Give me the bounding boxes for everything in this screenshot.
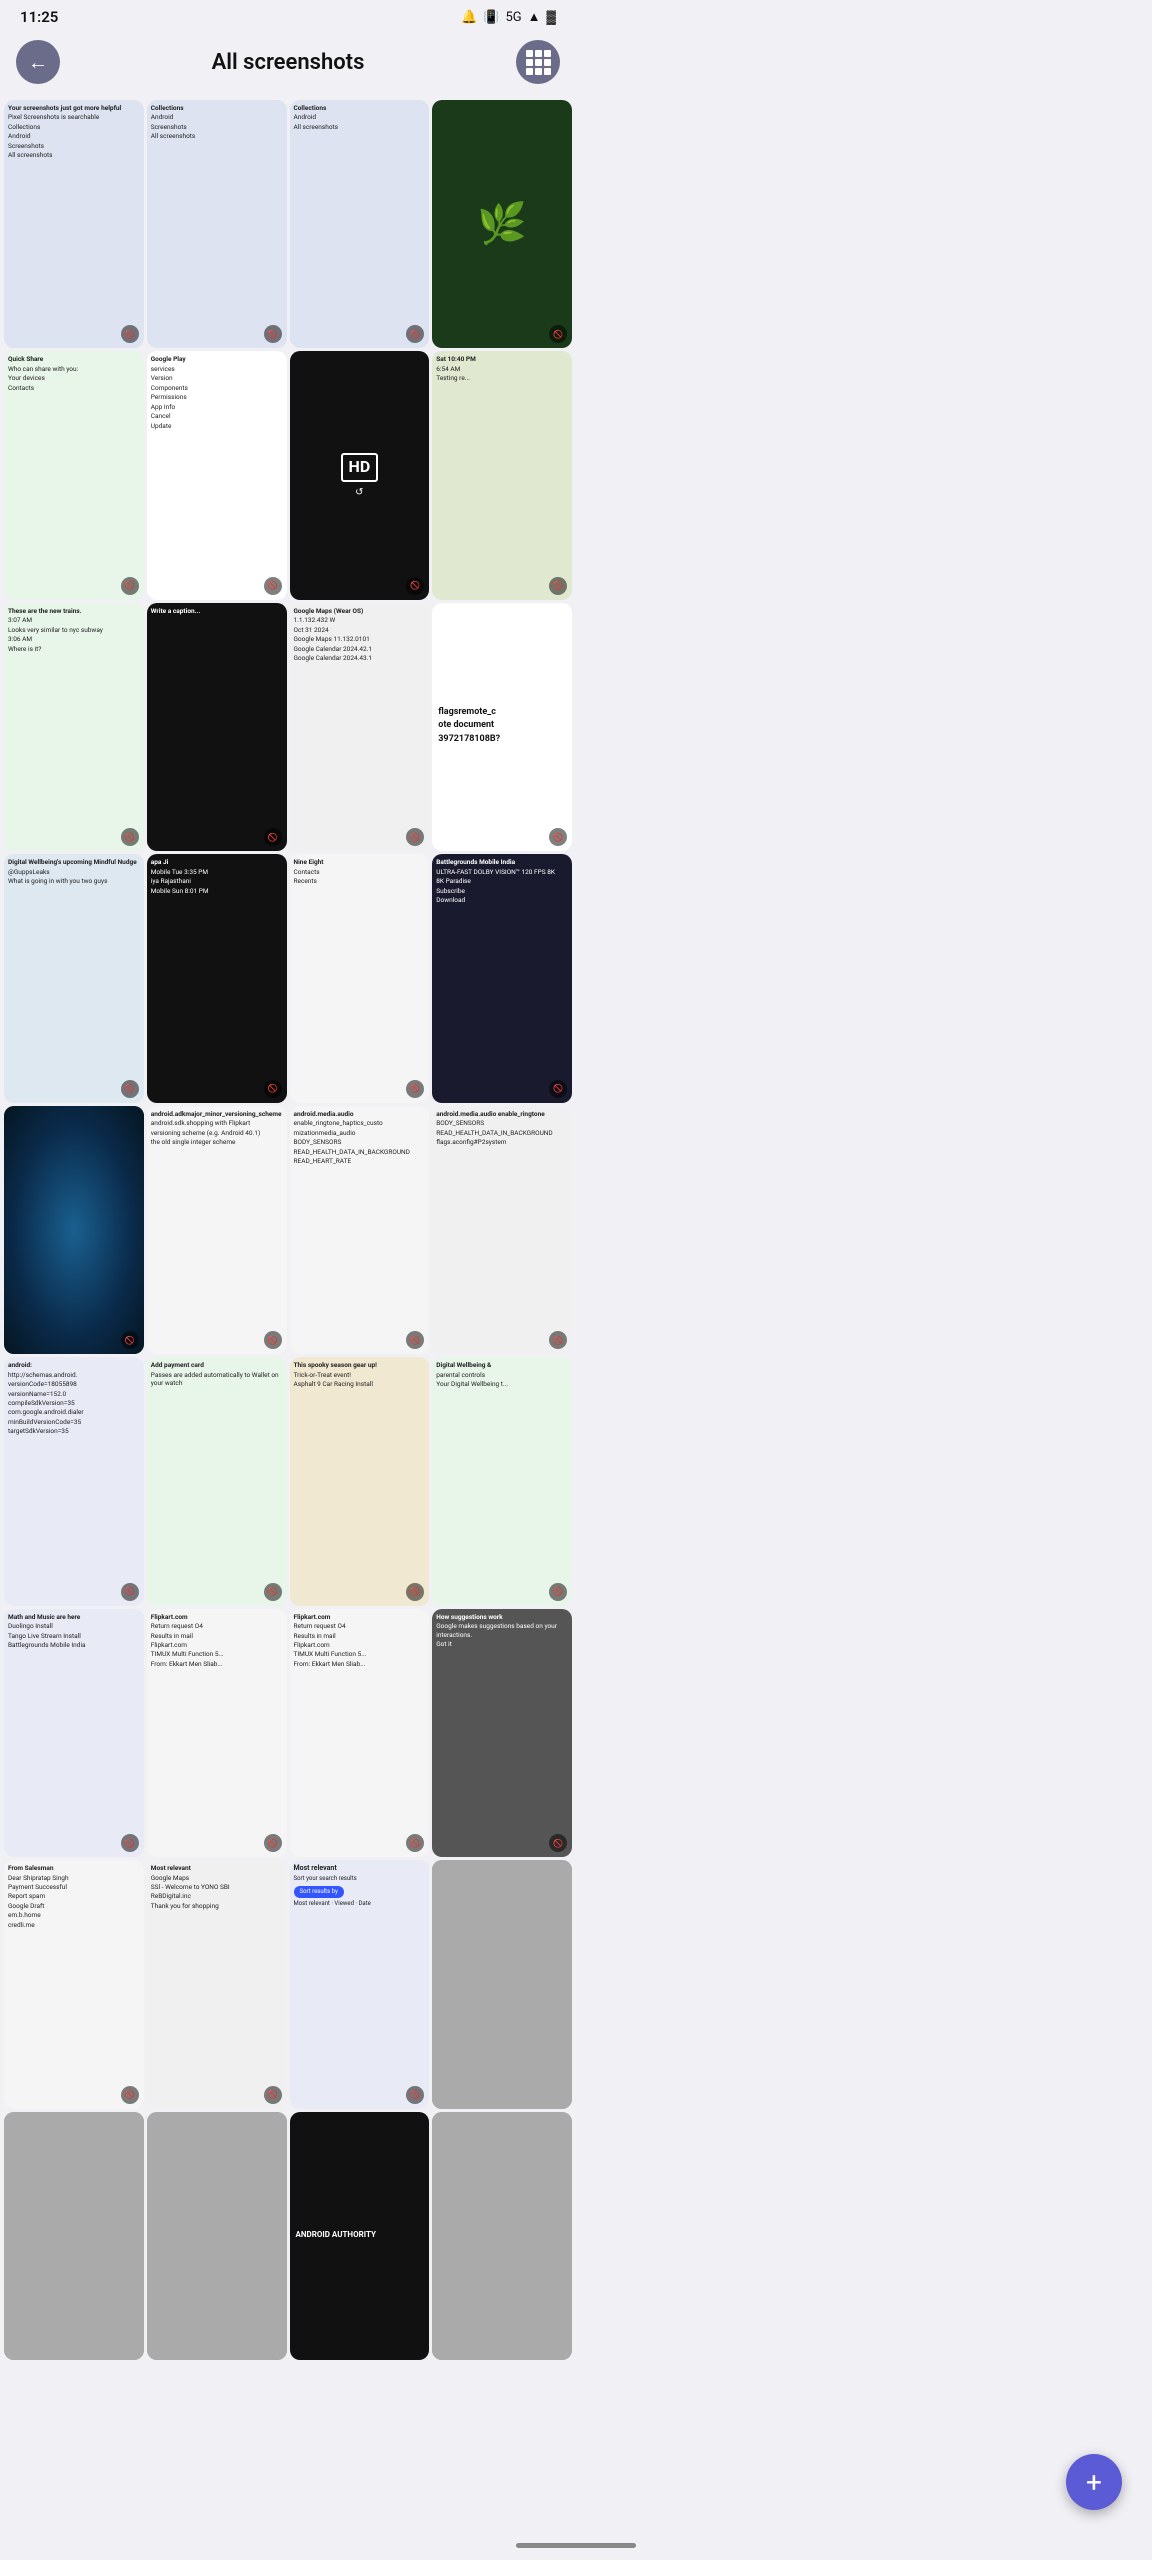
screenshot-thumb[interactable]: Your screenshots just got more helpfulPi… [4, 100, 144, 348]
screenshot-thumb[interactable]: android:http://schemas.android.versionCo… [4, 1357, 144, 1605]
status-time: 11:25 [20, 8, 58, 26]
no-share-badge: 🚫 [264, 1331, 282, 1349]
no-share-badge: 🚫 [264, 828, 282, 846]
screenshot-thumb[interactable] [432, 2112, 572, 2360]
header: ← All screenshots [0, 30, 576, 98]
no-share-badge: 🚫 [121, 577, 139, 595]
screenshot-thumb[interactable]: Most relevantGoogle MapsSSl - Welcome to… [147, 1860, 287, 2108]
no-share-badge: 🚫 [121, 1834, 139, 1852]
status-bar: 11:25 🔔 📳 5G ▲ ▓ [0, 0, 576, 30]
no-share-badge: 🚫 [264, 325, 282, 343]
screenshot-thumb[interactable]: These are the new trains.3:07 AMLooks ve… [4, 603, 144, 851]
screenshot-thumb[interactable]: 🌿🚫 [432, 100, 572, 348]
screenshot-thumb[interactable]: CollectionsAndroidAll screenshots🚫 [290, 100, 430, 348]
no-share-badge: 🚫 [264, 2086, 282, 2104]
no-share-badge: 🚫 [264, 577, 282, 595]
screenshot-thumb[interactable]: 🚫 [4, 1106, 144, 1354]
no-share-badge: 🚫 [121, 1583, 139, 1601]
screenshot-thumb[interactable]: CollectionsAndroidScreenshotsAll screens… [147, 100, 287, 348]
screenshot-thumb[interactable]: From SalesmanDear Shipratap SinghPayment… [4, 1860, 144, 2108]
screenshot-thumb[interactable]: android.adkmajor_minor_versioning_scheme… [147, 1106, 287, 1354]
no-share-badge: 🚫 [406, 2086, 424, 2104]
screenshot-thumb[interactable]: HD↺🚫 [290, 351, 430, 599]
no-share-badge: 🚫 [406, 577, 424, 595]
no-share-badge: 🚫 [121, 1080, 139, 1098]
screenshot-thumb[interactable]: android.media.audio enable_ringtoneBODY_… [432, 1106, 572, 1354]
screenshot-thumb[interactable]: Google Maps (Wear OS)1.1.132.432 WOct 31… [290, 603, 430, 851]
home-indicator [516, 2543, 636, 2548]
screenshot-thumb[interactable]: Digital Wellbeing &parental controlsYour… [432, 1357, 572, 1605]
screenshot-thumb[interactable]: Flipkart.comReturn request O4Results in … [147, 1609, 287, 1857]
no-share-badge: 🚫 [121, 828, 139, 846]
no-share-badge: 🚫 [406, 1583, 424, 1601]
screenshot-thumb[interactable]: Quick ShareWho can share with you:Your d… [4, 351, 144, 599]
screenshot-thumb[interactable]: apa JiMobile Tue 3:35 PMiya RajasthaniMo… [147, 854, 287, 1102]
screenshot-thumb[interactable] [4, 2112, 144, 2360]
alarm-icon: 🔔 [461, 10, 477, 25]
screenshot-thumb[interactable]: Battlegrounds Mobile IndiaULTRA-FAST DOL… [432, 854, 572, 1102]
screenshot-thumb[interactable]: Digital Wellbeing's upcoming Mindful Nud… [4, 854, 144, 1102]
no-share-badge: 🚫 [549, 1080, 567, 1098]
screenshot-thumb[interactable]: Most relevant Sort your search results S… [290, 1860, 430, 2108]
no-share-badge: 🚫 [549, 1583, 567, 1601]
no-share-badge: 🚫 [406, 1080, 424, 1098]
signal-icon: ▲ [528, 9, 541, 25]
screenshot-thumb[interactable]: Write a caption...🚫 [147, 603, 287, 851]
screenshot-thumb[interactable]: android.media.audioenable_ringtone_hapti… [290, 1106, 430, 1354]
screenshot-thumb[interactable] [147, 2112, 287, 2360]
screenshot-thumb[interactable]: Flipkart.comReturn request O4Results in … [290, 1609, 430, 1857]
screenshot-thumb[interactable]: flagsremote_cote document3972178108B?🚫 [432, 603, 572, 851]
no-share-badge: 🚫 [549, 1834, 567, 1852]
no-share-badge: 🚫 [549, 577, 567, 595]
status-icons: 🔔 📳 5G ▲ ▓ [461, 9, 556, 25]
no-share-badge: 🚫 [121, 1331, 139, 1349]
screenshot-thumb[interactable]: Sat 10:40 PM6:54 AMTesting re...🚫 [432, 351, 572, 599]
screenshot-thumb[interactable] [432, 1860, 572, 2108]
fab-button[interactable]: + [1066, 2454, 1122, 2510]
grid-icon [526, 50, 551, 75]
page-title: All screenshots [60, 50, 516, 75]
battery-icon: ▓ [547, 9, 556, 25]
no-share-badge: 🚫 [264, 1080, 282, 1098]
screenshot-thumb[interactable]: This spooky season gear up!Trick-or-Trea… [290, 1357, 430, 1605]
bottom-bar [0, 2535, 1152, 2560]
vibrate-icon: 📳 [483, 10, 499, 25]
no-share-badge: 🚫 [121, 2086, 139, 2104]
screenshot-thumb[interactable]: Math and Music are hereDuolingo InstallT… [4, 1609, 144, 1857]
screenshot-thumb[interactable]: How suggestions workGoogle makes suggest… [432, 1609, 572, 1857]
back-button[interactable]: ← [16, 40, 60, 84]
no-share-badge: 🚫 [264, 1583, 282, 1601]
no-share-badge: 🚫 [264, 1834, 282, 1852]
screenshot-thumb[interactable]: Nine EightContactsRecents🚫 [290, 854, 430, 1102]
screenshot-thumb[interactable]: ANDROID AUTHORITY [290, 2112, 430, 2360]
grid-view-button[interactable] [516, 40, 560, 84]
screenshot-thumb[interactable]: Google PlayservicesVersionComponentsPerm… [147, 351, 287, 599]
screenshots-grid: Your screenshots just got more helpfulPi… [0, 98, 576, 2440]
screenshot-thumb[interactable]: Add payment cardPasses are added automat… [147, 1357, 287, 1605]
network-5g: 5G [505, 10, 521, 25]
